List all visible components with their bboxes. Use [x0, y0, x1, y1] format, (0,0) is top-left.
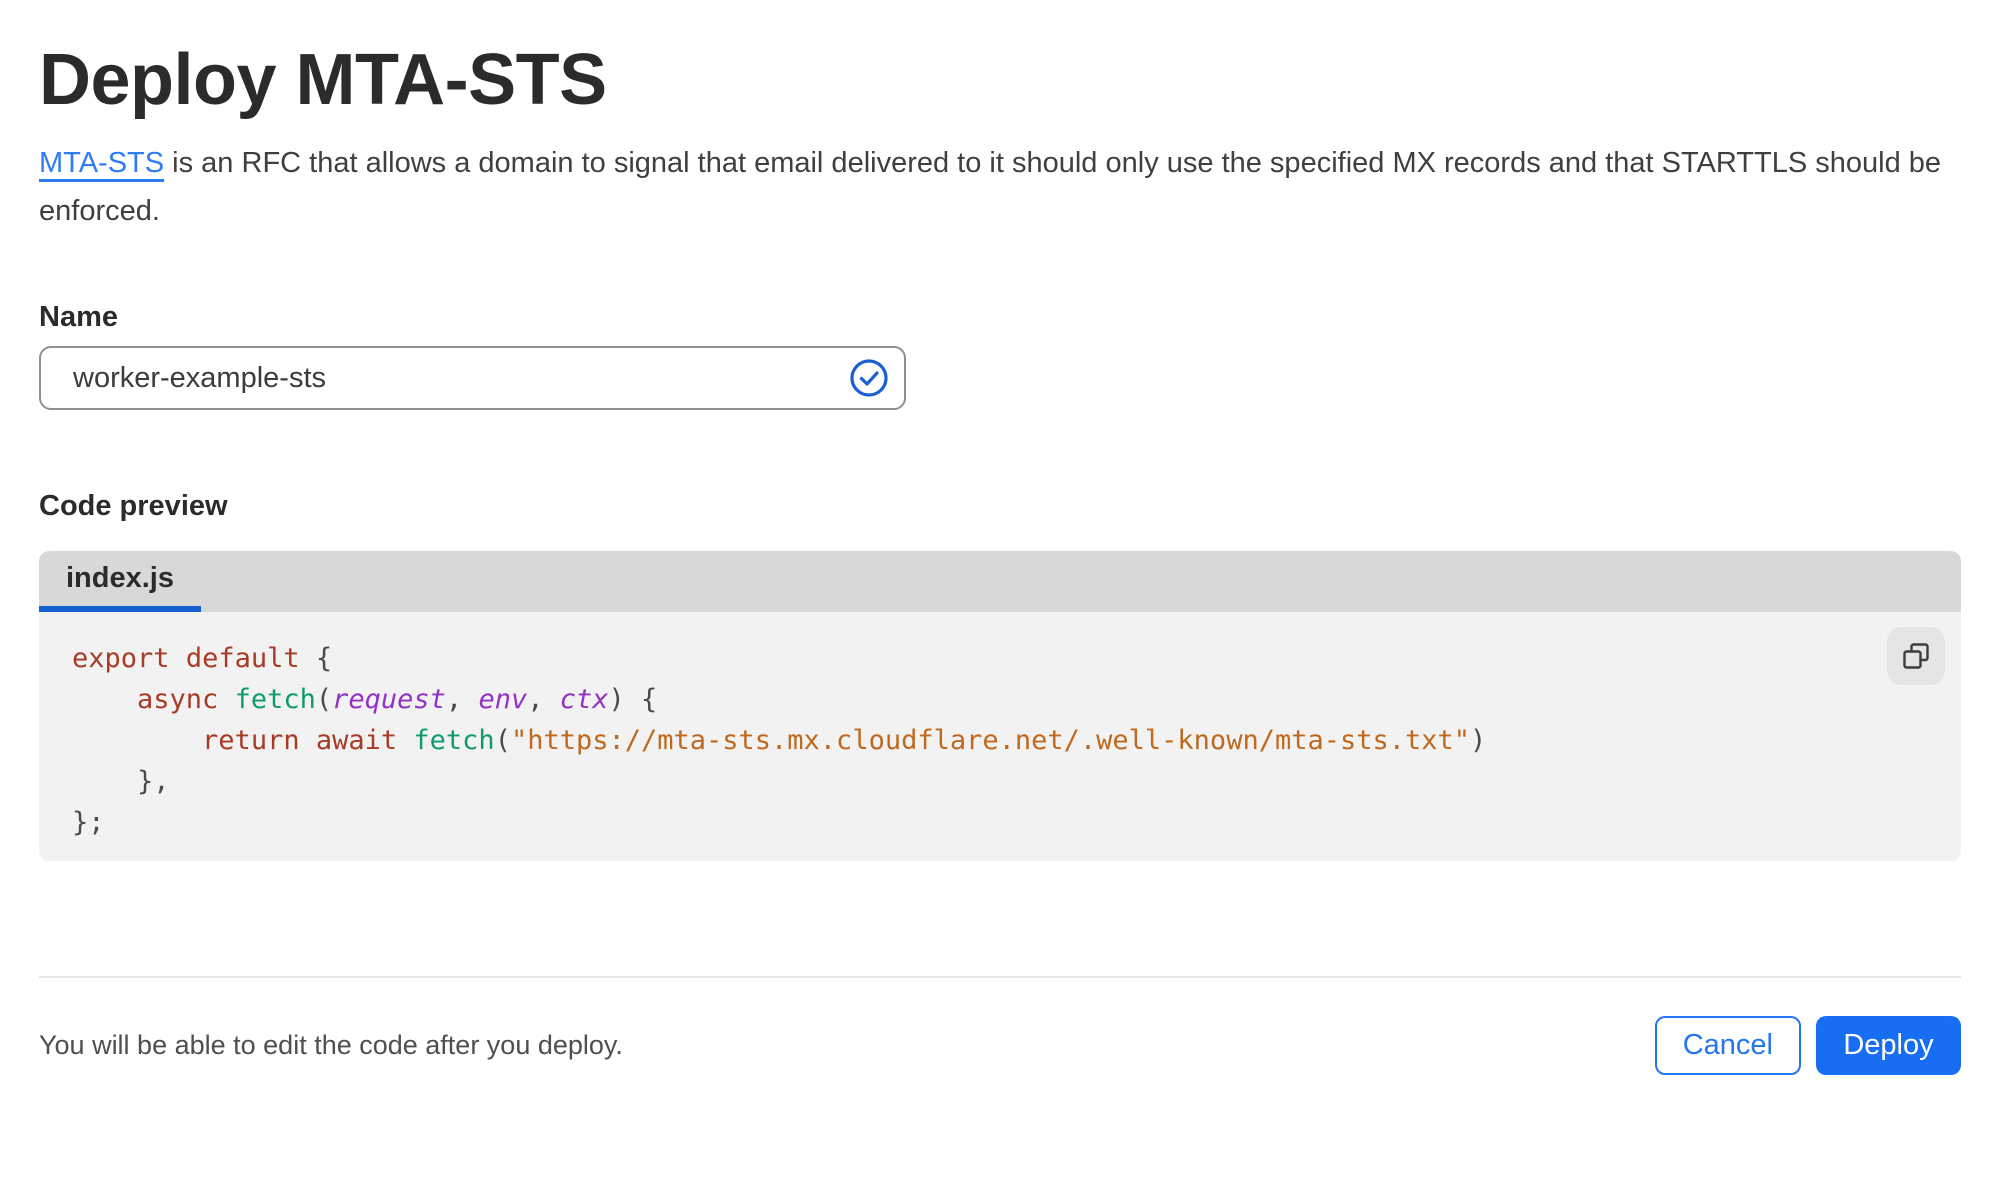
code-preview-block: index.js export default { async fetch(re…: [39, 551, 1961, 861]
copy-icon: [1903, 643, 1929, 669]
name-input-wrap: [39, 346, 906, 410]
code-preview-label: Code preview: [39, 490, 228, 522]
name-input[interactable]: [39, 346, 906, 410]
copy-button[interactable]: [1887, 627, 1945, 685]
code-area: export default { async fetch(request, en…: [39, 612, 1961, 861]
intro-text: MTA-STS is an RFC that allows a domain t…: [39, 139, 1960, 235]
cancel-button[interactable]: Cancel: [1654, 1016, 1801, 1075]
name-label: Name: [39, 301, 118, 333]
code-tab-bar: index.js: [39, 551, 1961, 612]
deploy-button[interactable]: Deploy: [1816, 1016, 1961, 1075]
deploy-mta-sts-page: Deploy MTA-STS MTA-STS is an RFC that al…: [0, 44, 1999, 1075]
tab-index-js[interactable]: index.js: [39, 551, 201, 612]
footer-divider: [39, 976, 1961, 978]
footer-note: You will be able to edit the code after …: [39, 1030, 623, 1060]
mta-sts-link[interactable]: MTA-STS: [39, 147, 164, 179]
footer-actions: Cancel Deploy: [1654, 1016, 1961, 1075]
page-title: Deploy MTA-STS: [39, 40, 607, 120]
footer-bar: You will be able to edit the code after …: [39, 1016, 1961, 1075]
intro-text-after: is an RFC that allows a domain to signal…: [39, 147, 1942, 227]
code-content: export default { async fetch(request, en…: [72, 643, 1487, 838]
check-circle-icon: [850, 359, 888, 397]
